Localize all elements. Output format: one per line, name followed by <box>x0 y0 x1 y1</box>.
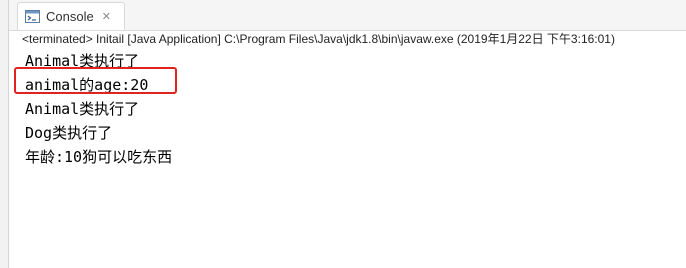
console-output-line: Dog类执行了 <box>25 124 113 142</box>
view-frame-edge <box>0 0 9 268</box>
close-icon[interactable]: ✕ <box>102 10 111 23</box>
tab-console-label: Console <box>46 9 94 24</box>
console-status-line: <terminated> Initail [Java Application] … <box>22 32 615 46</box>
tab-console[interactable]: Console ✕ <box>17 2 125 30</box>
console-output-line: Animal类执行了 <box>25 100 140 118</box>
view-tab-strip: Console ✕ <box>9 0 686 31</box>
highlight-annotation-box <box>14 67 177 94</box>
console-icon <box>25 10 40 23</box>
console-output-line: 年龄:10狗可以吃东西 <box>25 148 173 166</box>
